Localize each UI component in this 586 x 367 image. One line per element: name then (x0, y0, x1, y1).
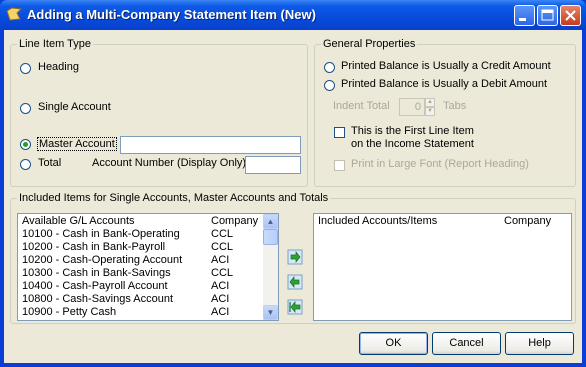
account-company: ACI (211, 254, 230, 266)
remove-item-arrow-icon[interactable] (287, 274, 303, 290)
account-row[interactable]: 10200 - Cash-Operating Account ACI (18, 254, 263, 267)
dialog-client-area: Line Item Type Heading Single Account Ma… (4, 30, 582, 363)
account-company: CCL (211, 267, 234, 279)
company-column-header: Company (211, 215, 259, 227)
dialog-window: Adding a Multi-Company Statement Item (N… (0, 0, 586, 367)
general-properties-label: General Properties (321, 38, 418, 50)
window-title: Adding a Multi-Company Statement Item (N… (27, 7, 316, 22)
total-label: Total (38, 157, 62, 169)
title-bar[interactable]: Adding a Multi-Company Statement Item (N… (0, 0, 586, 30)
account-name: 10300 - Cash in Bank-Savings (22, 267, 171, 279)
minimize-button[interactable] (514, 5, 535, 26)
minimize-icon (519, 18, 526, 21)
spin-down-icon[interactable]: ▼ (425, 107, 435, 116)
scroll-down-icon[interactable]: ▼ (263, 305, 278, 320)
available-accounts-list[interactable]: Available G/L Accounts Company 10100 - C… (17, 213, 279, 321)
available-accounts-column-header: Available G/L Accounts (22, 215, 135, 227)
included-items-label: Included Items for Single Accounts, Mast… (17, 192, 331, 204)
account-row[interactable]: 10800 - Cash-Savings Account ACI (18, 293, 263, 306)
account-company: CCL (211, 228, 234, 240)
debit-amount-radio[interactable] (324, 80, 335, 91)
first-line-item-checkbox[interactable] (334, 127, 345, 138)
account-row[interactable]: 10300 - Cash in Bank-Savings CCL (18, 267, 263, 280)
first-line-item-label-2: on the Income Statement (351, 138, 474, 150)
account-row[interactable]: 10200 - Cash in Bank-Payroll CCL (18, 241, 263, 254)
included-company-column-header: Company (504, 215, 552, 227)
included-accounts-list[interactable]: Included Accounts/Items Company (313, 213, 572, 321)
single-account-radio[interactable] (20, 103, 31, 114)
general-properties-group: General Properties Printed Balance is Us… (314, 38, 576, 187)
included-accounts-header: Included Accounts/Items Company (314, 214, 571, 228)
credit-amount-label: Printed Balance is Usually a Credit Amou… (341, 60, 551, 72)
line-item-type-group: Line Item Type Heading Single Account Ma… (10, 38, 308, 187)
first-line-item-label-1: This is the First Line Item (351, 125, 474, 137)
account-number-label: Account Number (Display Only) (92, 157, 247, 169)
indent-spinner[interactable]: ▲ ▼ (425, 98, 435, 116)
account-row[interactable]: 10100 - Cash in Bank-Operating CCL (18, 228, 263, 241)
indent-total-value: 0 (414, 101, 421, 113)
ok-button[interactable]: OK (359, 332, 428, 355)
master-account-label: Master Account (37, 137, 117, 151)
account-company: ACI (211, 293, 230, 305)
add-item-arrow-icon[interactable] (287, 249, 303, 265)
spin-up-icon[interactable]: ▲ (425, 98, 435, 107)
account-name: 10200 - Cash in Bank-Payroll (22, 241, 166, 253)
indent-total-input[interactable]: 0 (399, 98, 425, 116)
scroll-thumb[interactable] (263, 229, 278, 245)
scroll-up-icon[interactable]: ▲ (263, 214, 278, 229)
remove-all-arrow-icon[interactable] (287, 299, 303, 315)
master-account-input[interactable] (120, 136, 301, 154)
large-font-label: Print in Large Font (Report Heading) (351, 158, 529, 170)
included-items-group: Included Items for Single Accounts, Mast… (10, 192, 576, 324)
heading-radio[interactable] (20, 63, 31, 74)
account-name: 10800 - Cash-Savings Account (22, 293, 174, 305)
line-item-type-label: Line Item Type (17, 38, 93, 50)
account-number-input[interactable] (245, 156, 301, 174)
account-name: 10200 - Cash-Operating Account (22, 254, 183, 266)
close-button[interactable] (560, 5, 581, 26)
app-icon (6, 7, 22, 21)
heading-label: Heading (38, 61, 79, 73)
account-company: ACI (211, 306, 230, 318)
available-accounts-scrollbar[interactable]: ▲ ▼ (263, 214, 278, 320)
tabs-label: Tabs (443, 100, 467, 112)
debit-amount-label: Printed Balance is Usually a Debit Amoun… (341, 78, 548, 90)
single-account-label: Single Account (38, 101, 111, 113)
credit-amount-radio[interactable] (324, 62, 335, 73)
account-name: 10900 - Petty Cash (22, 306, 117, 318)
total-radio[interactable] (20, 159, 31, 170)
account-name: 10100 - Cash in Bank-Operating (22, 228, 180, 240)
maximize-button[interactable] (537, 5, 558, 26)
account-name: 10400 - Cash-Payroll Account (22, 280, 168, 292)
cancel-button[interactable]: Cancel (432, 332, 501, 355)
close-icon (565, 10, 576, 21)
indent-total-label: Indent Total (333, 100, 390, 112)
account-company: ACI (211, 280, 230, 292)
included-accounts-column-header: Included Accounts/Items (318, 215, 438, 227)
account-row[interactable]: 10900 - Petty Cash ACI (18, 306, 263, 319)
maximize-icon (541, 9, 554, 21)
account-row[interactable]: 10400 - Cash-Payroll Account ACI (18, 280, 263, 293)
master-account-radio[interactable] (20, 139, 31, 150)
large-font-checkbox[interactable] (334, 160, 345, 171)
account-company: CCL (211, 241, 234, 253)
help-button[interactable]: Help (505, 332, 574, 355)
available-accounts-header: Available G/L Accounts Company (18, 214, 278, 228)
